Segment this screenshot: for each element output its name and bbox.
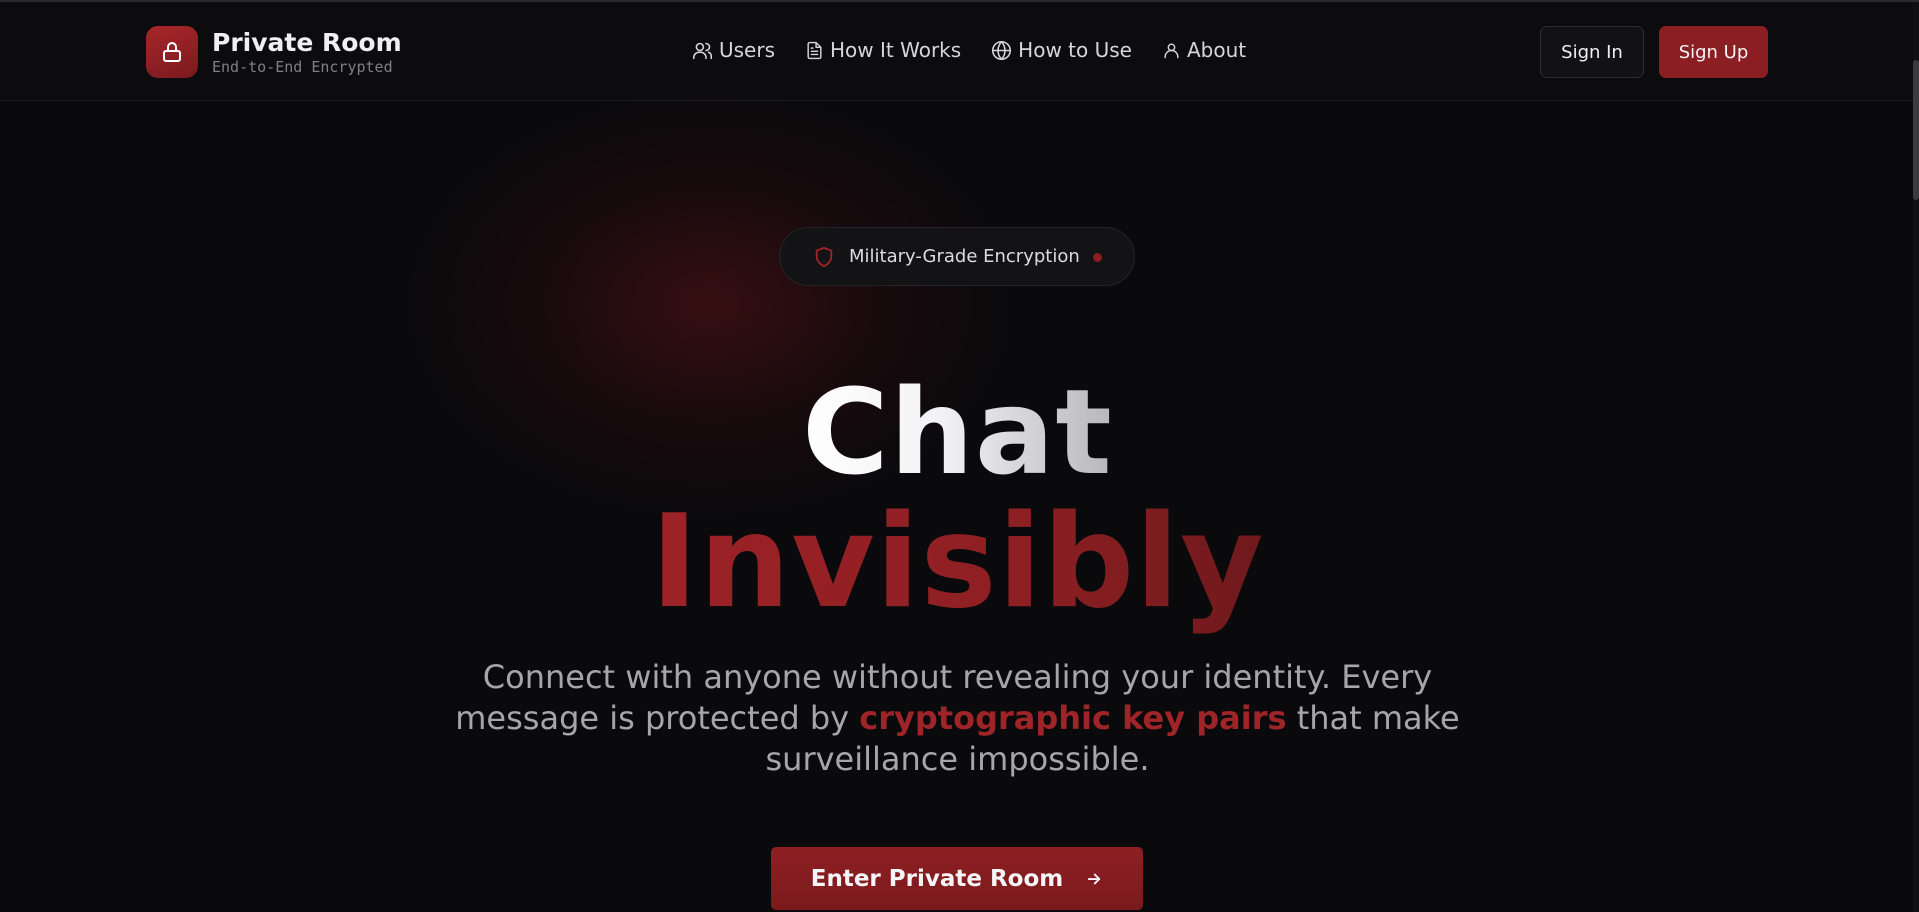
document-icon [807, 41, 822, 59]
hero-title-word-invisibly: Invisibly [650, 488, 1265, 637]
sign-in-button[interactable]: Sign In [1540, 26, 1644, 78]
nav-label-users: Users [719, 38, 776, 62]
nav-item-users[interactable]: Users [692, 38, 775, 62]
hero-title-word-chat: Chat [802, 363, 1113, 501]
nav-item-about[interactable]: About [1162, 38, 1246, 62]
enter-private-room-button[interactable]: Enter Private Room [771, 847, 1143, 910]
nav-item-how-to-use[interactable]: How to Use [991, 38, 1132, 62]
brand[interactable]: Private Room End-to-End Encrypted [146, 26, 402, 78]
hero-description: Connect with anyone without revealing yo… [430, 657, 1485, 780]
brand-title: Private Room [212, 28, 402, 57]
main-nav: Users How It Works How to Use About [692, 38, 1276, 62]
nav-item-how-it-works[interactable]: How It Works [805, 38, 961, 62]
shield-icon [815, 246, 833, 267]
user-icon [1164, 42, 1179, 58]
lock-icon [146, 26, 198, 78]
brand-text: Private Room End-to-End Encrypted [212, 28, 402, 76]
scrollbar-thumb[interactable] [1913, 60, 1919, 200]
nav-label-about: About [1186, 38, 1247, 62]
status-dot [1093, 253, 1102, 262]
arrow-right-icon [1088, 873, 1101, 884]
nav-label-how-to-use: How to Use [1018, 38, 1132, 62]
hero-description-highlight: cryptographic key pairs [859, 699, 1287, 737]
encryption-badge: Military-Grade Encryption [779, 227, 1135, 286]
globe-icon [992, 40, 1012, 60]
site-header: Private Room End-to-End Encrypted Users … [0, 2, 1919, 101]
cta-label: Enter Private Room [810, 865, 1064, 892]
badge-label: Military-Grade Encryption [849, 246, 1080, 267]
hero-title-line1: Chat [0, 362, 1915, 502]
hero-title-line2: Invisibly [0, 488, 1915, 638]
nav-label-how-it-works: How It Works [830, 38, 962, 62]
brand-subtitle: End-to-End Encrypted [212, 58, 393, 76]
sign-up-button[interactable]: Sign Up [1659, 26, 1768, 78]
users-icon [692, 42, 713, 59]
